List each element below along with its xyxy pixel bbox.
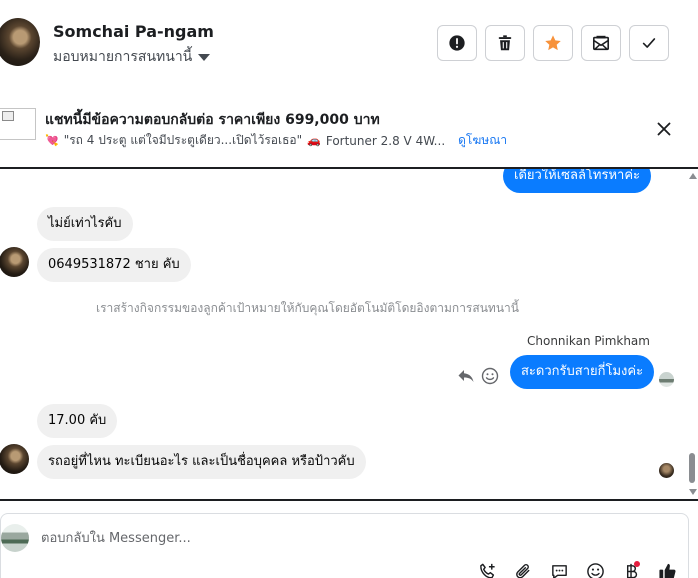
- paperclip-icon: [515, 563, 529, 578]
- view-ad-link[interactable]: ดูโฆษณา: [458, 131, 507, 150]
- phone-plus-icon: [479, 563, 495, 578]
- mark-unread-button[interactable]: [581, 25, 621, 61]
- done-button[interactable]: [629, 25, 669, 61]
- contact-avatar-small: [0, 247, 29, 277]
- reply-input[interactable]: [41, 528, 601, 548]
- alert-icon: [449, 35, 465, 51]
- star-button[interactable]: [533, 25, 573, 61]
- react-button[interactable]: [479, 365, 501, 387]
- attach-button[interactable]: [512, 560, 534, 578]
- thread-bottom-divider: [0, 499, 698, 501]
- message-thread[interactable]: เดี๋ยวให้เซลล์โทรหาค่ะ ไม่ย์เท่าไรคับ 06…: [0, 169, 686, 499]
- trash-icon: [498, 35, 512, 51]
- contact-avatar-small: [0, 444, 29, 474]
- contact-avatar[interactable]: [0, 18, 40, 66]
- notification-dot: [634, 561, 640, 567]
- scroll-thumb[interactable]: [689, 453, 695, 483]
- delete-button[interactable]: [485, 25, 525, 61]
- caret-down-icon: [198, 53, 211, 61]
- heart-arrow-emoji-icon: 💘: [45, 134, 59, 147]
- message-incoming[interactable]: 17.00 คับ: [37, 404, 118, 438]
- thumbs-up-icon: [658, 563, 675, 578]
- assign-conversation-dropdown[interactable]: มอบหมายการสนทนานี้: [53, 46, 211, 68]
- scroll-down-arrow-icon[interactable]: [689, 489, 697, 495]
- read-receipt-avatar: [659, 463, 674, 478]
- close-banner-button[interactable]: [652, 117, 676, 141]
- ad-title: แชทนี้มีข้อความตอบกลับต่อ ราคาเพียง 699,…: [45, 112, 380, 128]
- chat-bubble-icon: [551, 564, 567, 578]
- close-icon: [657, 122, 671, 136]
- system-notice: เราสร้างกิจกรรมของลูกค้าเป้าหมายให้กับคุ…: [96, 301, 519, 315]
- emoji-icon: [586, 562, 604, 578]
- star-icon: [545, 35, 561, 51]
- message-outgoing[interactable]: สะดวกรับสายกี่โมงค่ะ: [510, 355, 655, 389]
- ad-context-banner: แชทนี้มีข้อความตอบกลับต่อ ราคาเพียง 699,…: [0, 92, 698, 164]
- message-incoming[interactable]: 0649531872 ชาย คับ: [37, 248, 191, 282]
- message-incoming[interactable]: ไม่ย์เท่าไรคับ: [37, 207, 133, 241]
- payment-button[interactable]: [620, 560, 642, 578]
- check-icon: [642, 38, 656, 48]
- conversation-header: Somchai Pa-ngam มอบหมายการสนทนานี้: [0, 0, 698, 86]
- reply-composer: [0, 513, 689, 578]
- ad-subtitle: 💘 "รถ 4 ประตู แต่ใจมีประตูเดียว...เปิดไว…: [45, 131, 507, 150]
- envelope-icon: [592, 35, 610, 51]
- car-emoji-icon: 🚗: [307, 134, 321, 147]
- scroll-up-arrow-icon[interactable]: [689, 173, 697, 179]
- ad-subtitle-car: Fortuner 2.8 V 4W...: [325, 133, 446, 148]
- ad-thumbnail-image[interactable]: [0, 108, 36, 140]
- seen-avatar: [659, 372, 674, 387]
- page-avatar: [1, 524, 29, 552]
- assign-label: มอบหมายการสนทนานี้: [53, 49, 193, 65]
- saved-replies-button[interactable]: [548, 560, 570, 578]
- like-button[interactable]: [656, 560, 678, 578]
- ad-subtitle-text: "รถ 4 ประตู แต่ใจมีประตูเดียว...เปิดไว้ร…: [63, 133, 303, 147]
- contact-name[interactable]: Somchai Pa-ngam: [53, 22, 214, 41]
- spam-button[interactable]: [437, 25, 477, 61]
- call-button[interactable]: [476, 560, 498, 578]
- message-incoming[interactable]: รถอยู่ที่ไหน ทะเบียนอะไร และเป็นชื่อบุคค…: [37, 445, 366, 479]
- sender-name: Chonnikan Pimkham: [527, 334, 650, 348]
- reply-icon: [458, 370, 474, 382]
- thread-scrollbar[interactable]: [686, 169, 698, 499]
- emoji-button[interactable]: [584, 560, 606, 578]
- reply-button[interactable]: [455, 365, 477, 387]
- smiley-icon: [481, 367, 499, 385]
- message-outgoing[interactable]: เดี๋ยวให้เซลล์โทรหาค่ะ: [503, 169, 652, 193]
